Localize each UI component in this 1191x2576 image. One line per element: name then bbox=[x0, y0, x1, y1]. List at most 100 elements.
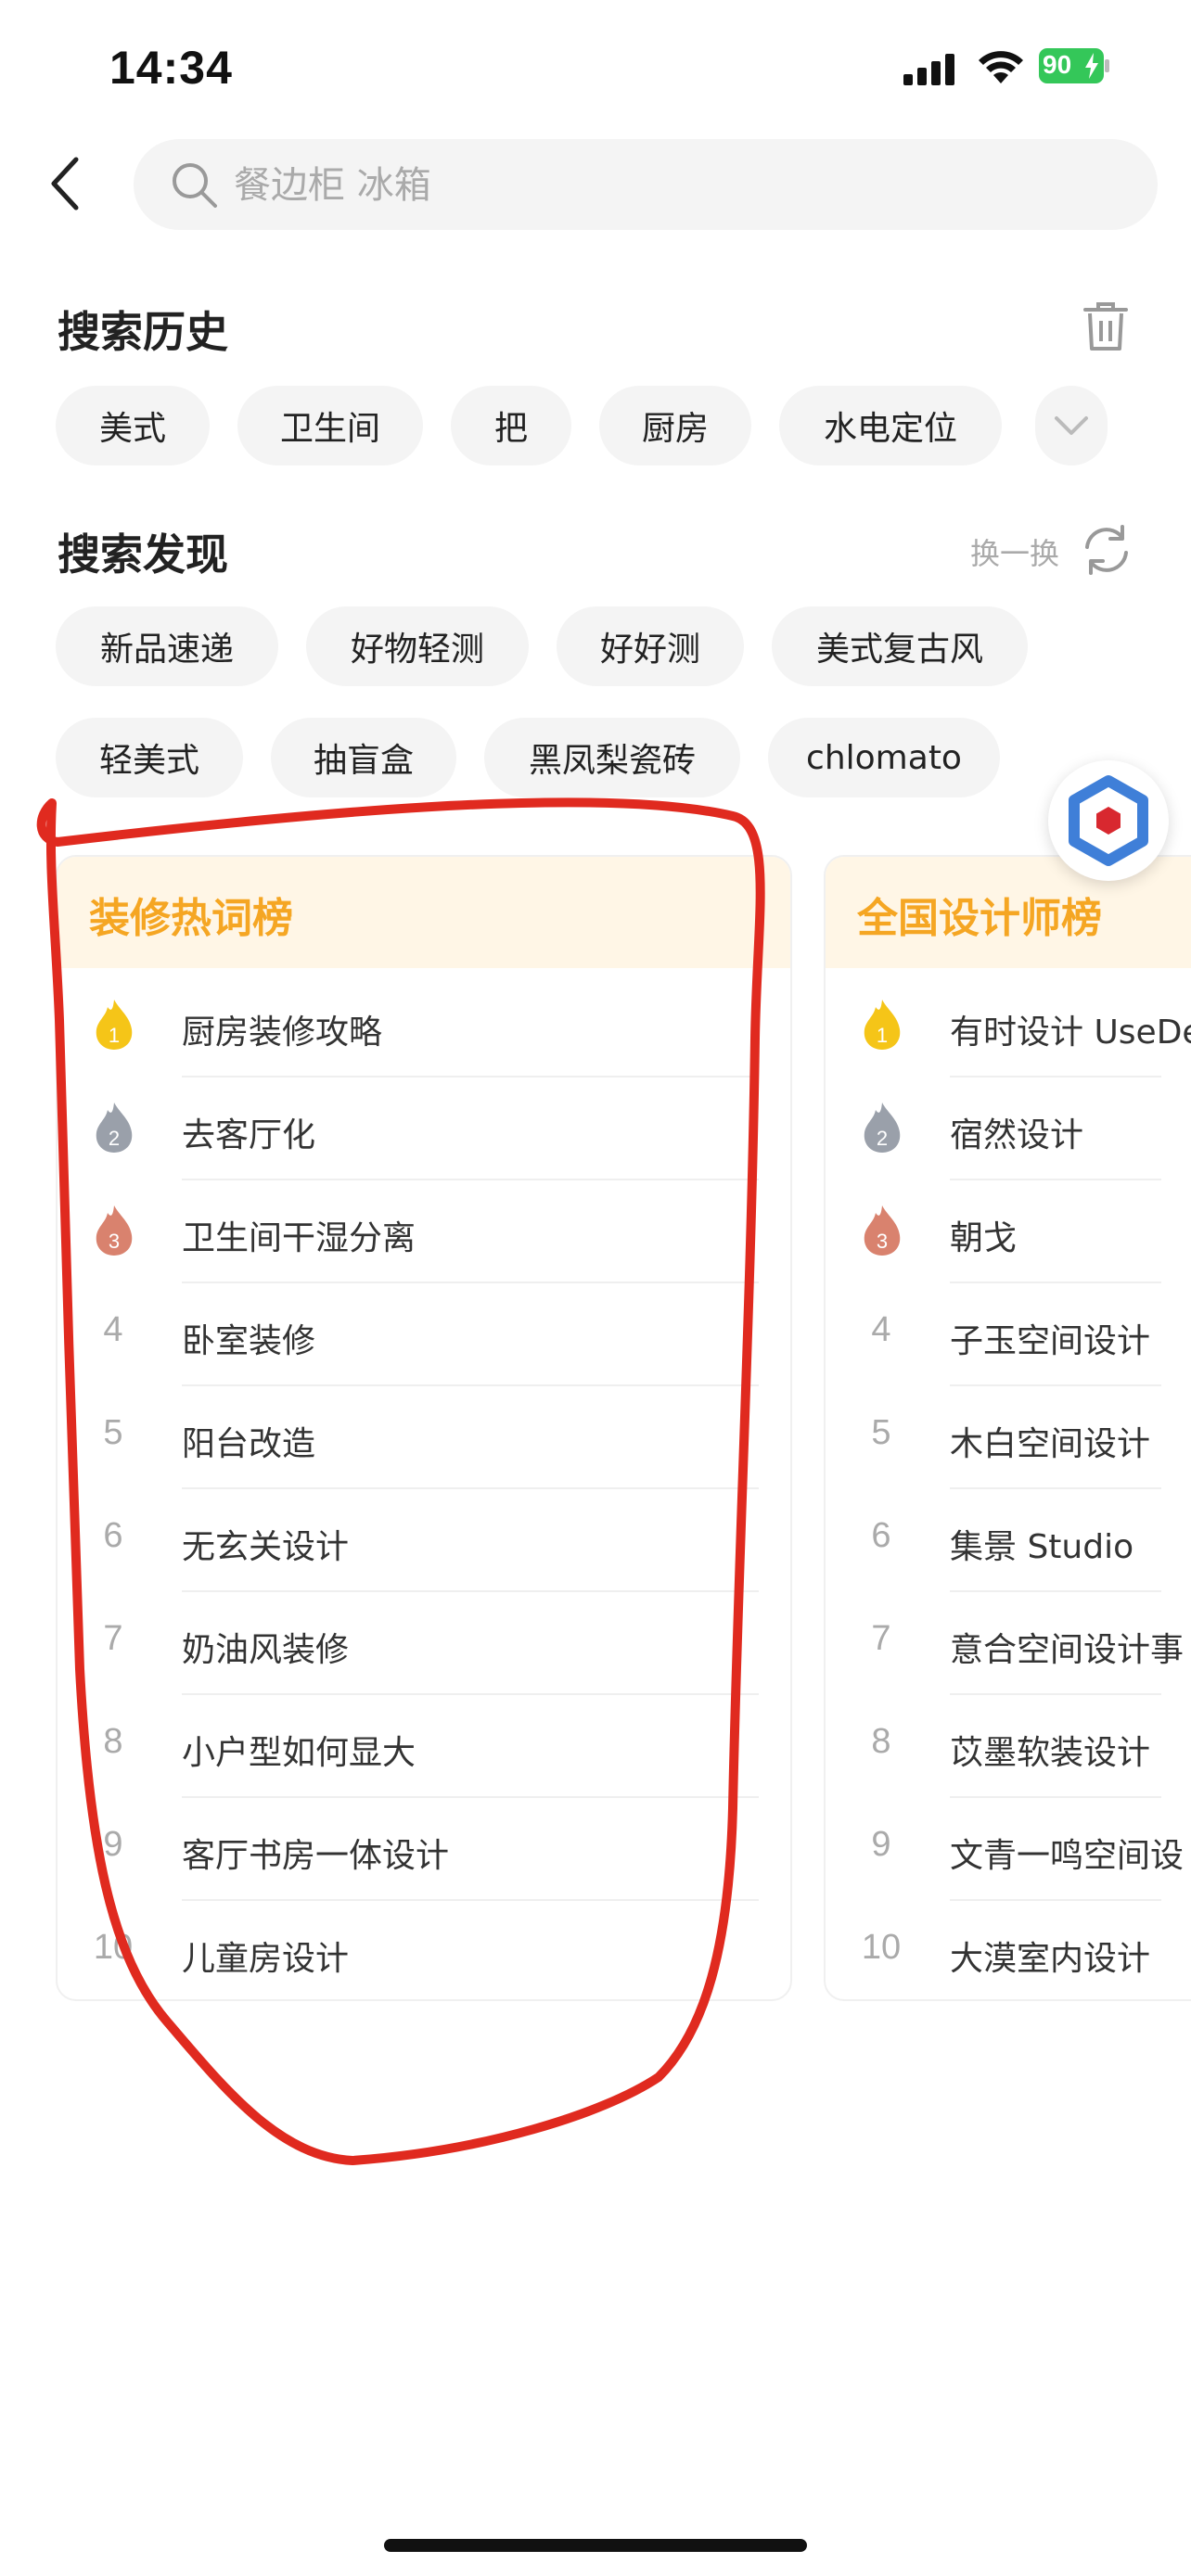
rank-row[interactable]: 3 朝戈 bbox=[826, 1181, 1191, 1283]
row-divider bbox=[950, 1282, 1161, 1283]
flame-rank-icon: 1 bbox=[96, 1000, 133, 1050]
rank-row[interactable]: 10 大漠室内设计 bbox=[826, 1902, 1191, 1999]
rank-row[interactable]: 4 子玉空间设计 bbox=[826, 1284, 1191, 1386]
discover-chip[interactable]: 新品速递 bbox=[56, 606, 278, 686]
rank-number: 5 bbox=[103, 1413, 123, 1452]
rank-number: 10 bbox=[861, 1928, 902, 1967]
rank-row[interactable]: 8 小户型如何显大 bbox=[58, 1696, 790, 1798]
flame-rank-icon: 2 bbox=[96, 1103, 133, 1153]
rank-label: 木白空间设计 bbox=[950, 1425, 1151, 1463]
rank-number: 8 bbox=[871, 1722, 891, 1761]
rank-number: 6 bbox=[871, 1516, 891, 1555]
row-divider bbox=[950, 1796, 1161, 1798]
battery-level: 90 bbox=[1043, 50, 1072, 79]
hexagon-badge-icon bbox=[1069, 775, 1148, 866]
rank-number: 3 bbox=[877, 1230, 888, 1253]
rank-label: 有时设计 UseDe bbox=[950, 1014, 1191, 1052]
cellular-signal-icon bbox=[903, 54, 954, 85]
history-chip[interactable]: 厨房 bbox=[599, 386, 751, 465]
flame-rank-icon: 1 bbox=[864, 1000, 901, 1050]
discover-chip[interactable]: 黑凤梨瓷砖 bbox=[484, 718, 740, 797]
search-input[interactable] bbox=[234, 158, 1069, 213]
chevron-down-icon bbox=[1055, 416, 1088, 435]
refresh-icon[interactable] bbox=[1080, 523, 1133, 577]
rank-card-designers[interactable]: 全国设计师榜 1 有时设计 UseDe 2 宿然设计 3 朝戈 4 子玉空间设计 5 木白空间设计… bbox=[824, 855, 1191, 2001]
flame-rank-icon: 3 bbox=[864, 1205, 901, 1256]
rank-row[interactable]: 2 宿然设计 bbox=[826, 1078, 1191, 1180]
rank-row[interactable]: 3 卫生间干湿分离 bbox=[58, 1181, 790, 1283]
row-divider bbox=[950, 1384, 1161, 1386]
wifi-icon bbox=[979, 51, 1023, 83]
rank-label: 小户型如何显大 bbox=[182, 1734, 416, 1772]
rank-number: 2 bbox=[109, 1127, 120, 1150]
row-divider bbox=[950, 1076, 1161, 1078]
rank-number: 8 bbox=[103, 1722, 123, 1761]
rank-row[interactable]: 5 木白空间设计 bbox=[826, 1387, 1191, 1489]
search-icon bbox=[173, 163, 217, 208]
trash-icon[interactable] bbox=[1080, 300, 1132, 352]
row-divider bbox=[182, 1076, 759, 1078]
rank-number: 1 bbox=[877, 1024, 888, 1047]
history-title: 搜索历史 bbox=[58, 307, 228, 357]
rank-number: 7 bbox=[871, 1619, 891, 1658]
rank-number: 2 bbox=[877, 1127, 888, 1150]
history-chip[interactable]: 水电定位 bbox=[779, 386, 1002, 465]
rank-row[interactable]: 2 去客厅化 bbox=[58, 1078, 790, 1180]
rank-card-decor-terms[interactable]: 装修热词榜 1 厨房装修攻略 2 去客厅化 3 卫生间干湿分离 4 卧室装修 5 阳台改造 6 无玄关… bbox=[56, 855, 792, 2001]
row-divider bbox=[182, 1899, 759, 1901]
rank-row[interactable]: 8 苡墨软装设计 bbox=[826, 1696, 1191, 1798]
status-time: 14:34 bbox=[109, 42, 233, 94]
rank-number: 10 bbox=[93, 1928, 134, 1967]
rank-label: 去客厅化 bbox=[182, 1116, 316, 1154]
rank-label: 厨房装修攻略 bbox=[182, 1014, 383, 1052]
floating-badge-button[interactable] bbox=[1048, 760, 1169, 881]
expand-history-button[interactable] bbox=[1035, 386, 1108, 465]
rank-label: 大漠室内设计 bbox=[950, 1940, 1151, 1978]
back-chevron-icon[interactable] bbox=[45, 156, 91, 211]
rank-label: 文青一鸣空间设 bbox=[950, 1837, 1185, 1875]
rank-row[interactable]: 7 奶油风装修 bbox=[58, 1593, 790, 1695]
row-divider bbox=[950, 1590, 1161, 1592]
rank-label: 阳台改造 bbox=[182, 1425, 316, 1463]
rank-number: 7 bbox=[103, 1619, 123, 1658]
card-title: 装修热词榜 bbox=[89, 895, 293, 942]
discover-chip[interactable]: 美式复古风 bbox=[772, 606, 1028, 686]
rank-label: 朝戈 bbox=[950, 1219, 1018, 1257]
card-title: 全国设计师榜 bbox=[857, 895, 1102, 942]
row-divider bbox=[950, 1899, 1161, 1901]
rank-label: 意合空间设计事 bbox=[950, 1631, 1185, 1669]
history-chip[interactable]: 把 bbox=[451, 386, 571, 465]
discover-chip[interactable]: chlomato bbox=[768, 718, 1000, 797]
rank-label: 儿童房设计 bbox=[182, 1940, 350, 1978]
rank-row[interactable]: 1 有时设计 UseDe bbox=[826, 976, 1191, 1078]
row-divider bbox=[182, 1487, 759, 1489]
discover-chip[interactable]: 抽盲盒 bbox=[271, 718, 456, 797]
discover-chip[interactable]: 好物轻测 bbox=[306, 606, 529, 686]
rank-row[interactable]: 4 卧室装修 bbox=[58, 1284, 790, 1386]
row-divider bbox=[182, 1179, 759, 1180]
history-chip[interactable]: 卫生间 bbox=[237, 386, 423, 465]
rank-row[interactable]: 6 集景 Studio bbox=[826, 1490, 1191, 1592]
rank-label: 集景 Studio bbox=[950, 1528, 1134, 1566]
rank-row[interactable]: 9 文青一鸣空间设 bbox=[826, 1799, 1191, 1901]
rank-label: 卫生间干湿分离 bbox=[182, 1219, 416, 1257]
row-divider bbox=[182, 1384, 759, 1386]
rank-row[interactable]: 9 客厅书房一体设计 bbox=[58, 1799, 790, 1901]
rank-row[interactable]: 5 阳台改造 bbox=[58, 1387, 790, 1489]
rank-row[interactable]: 1 厨房装修攻略 bbox=[58, 976, 790, 1078]
rank-row[interactable]: 10 儿童房设计 bbox=[58, 1902, 790, 1999]
battery-icon: 90 bbox=[1039, 48, 1109, 83]
discover-chip[interactable]: 好好测 bbox=[557, 606, 744, 686]
rank-row[interactable]: 6 无玄关设计 bbox=[58, 1490, 790, 1592]
card-header: 装修热词榜 bbox=[58, 857, 790, 968]
refresh-label[interactable]: 换一换 bbox=[970, 530, 1059, 573]
rank-row[interactable]: 7 意合空间设计事 bbox=[826, 1593, 1191, 1695]
row-divider bbox=[182, 1282, 759, 1283]
rank-number: 5 bbox=[871, 1413, 891, 1452]
discover-chip[interactable]: 轻美式 bbox=[56, 718, 243, 797]
rank-label: 奶油风装修 bbox=[182, 1631, 350, 1669]
rank-number: 9 bbox=[103, 1825, 123, 1864]
rank-label: 苡墨软装设计 bbox=[950, 1734, 1151, 1772]
history-chip[interactable]: 美式 bbox=[56, 386, 210, 465]
discover-title: 搜索发现 bbox=[58, 529, 228, 580]
